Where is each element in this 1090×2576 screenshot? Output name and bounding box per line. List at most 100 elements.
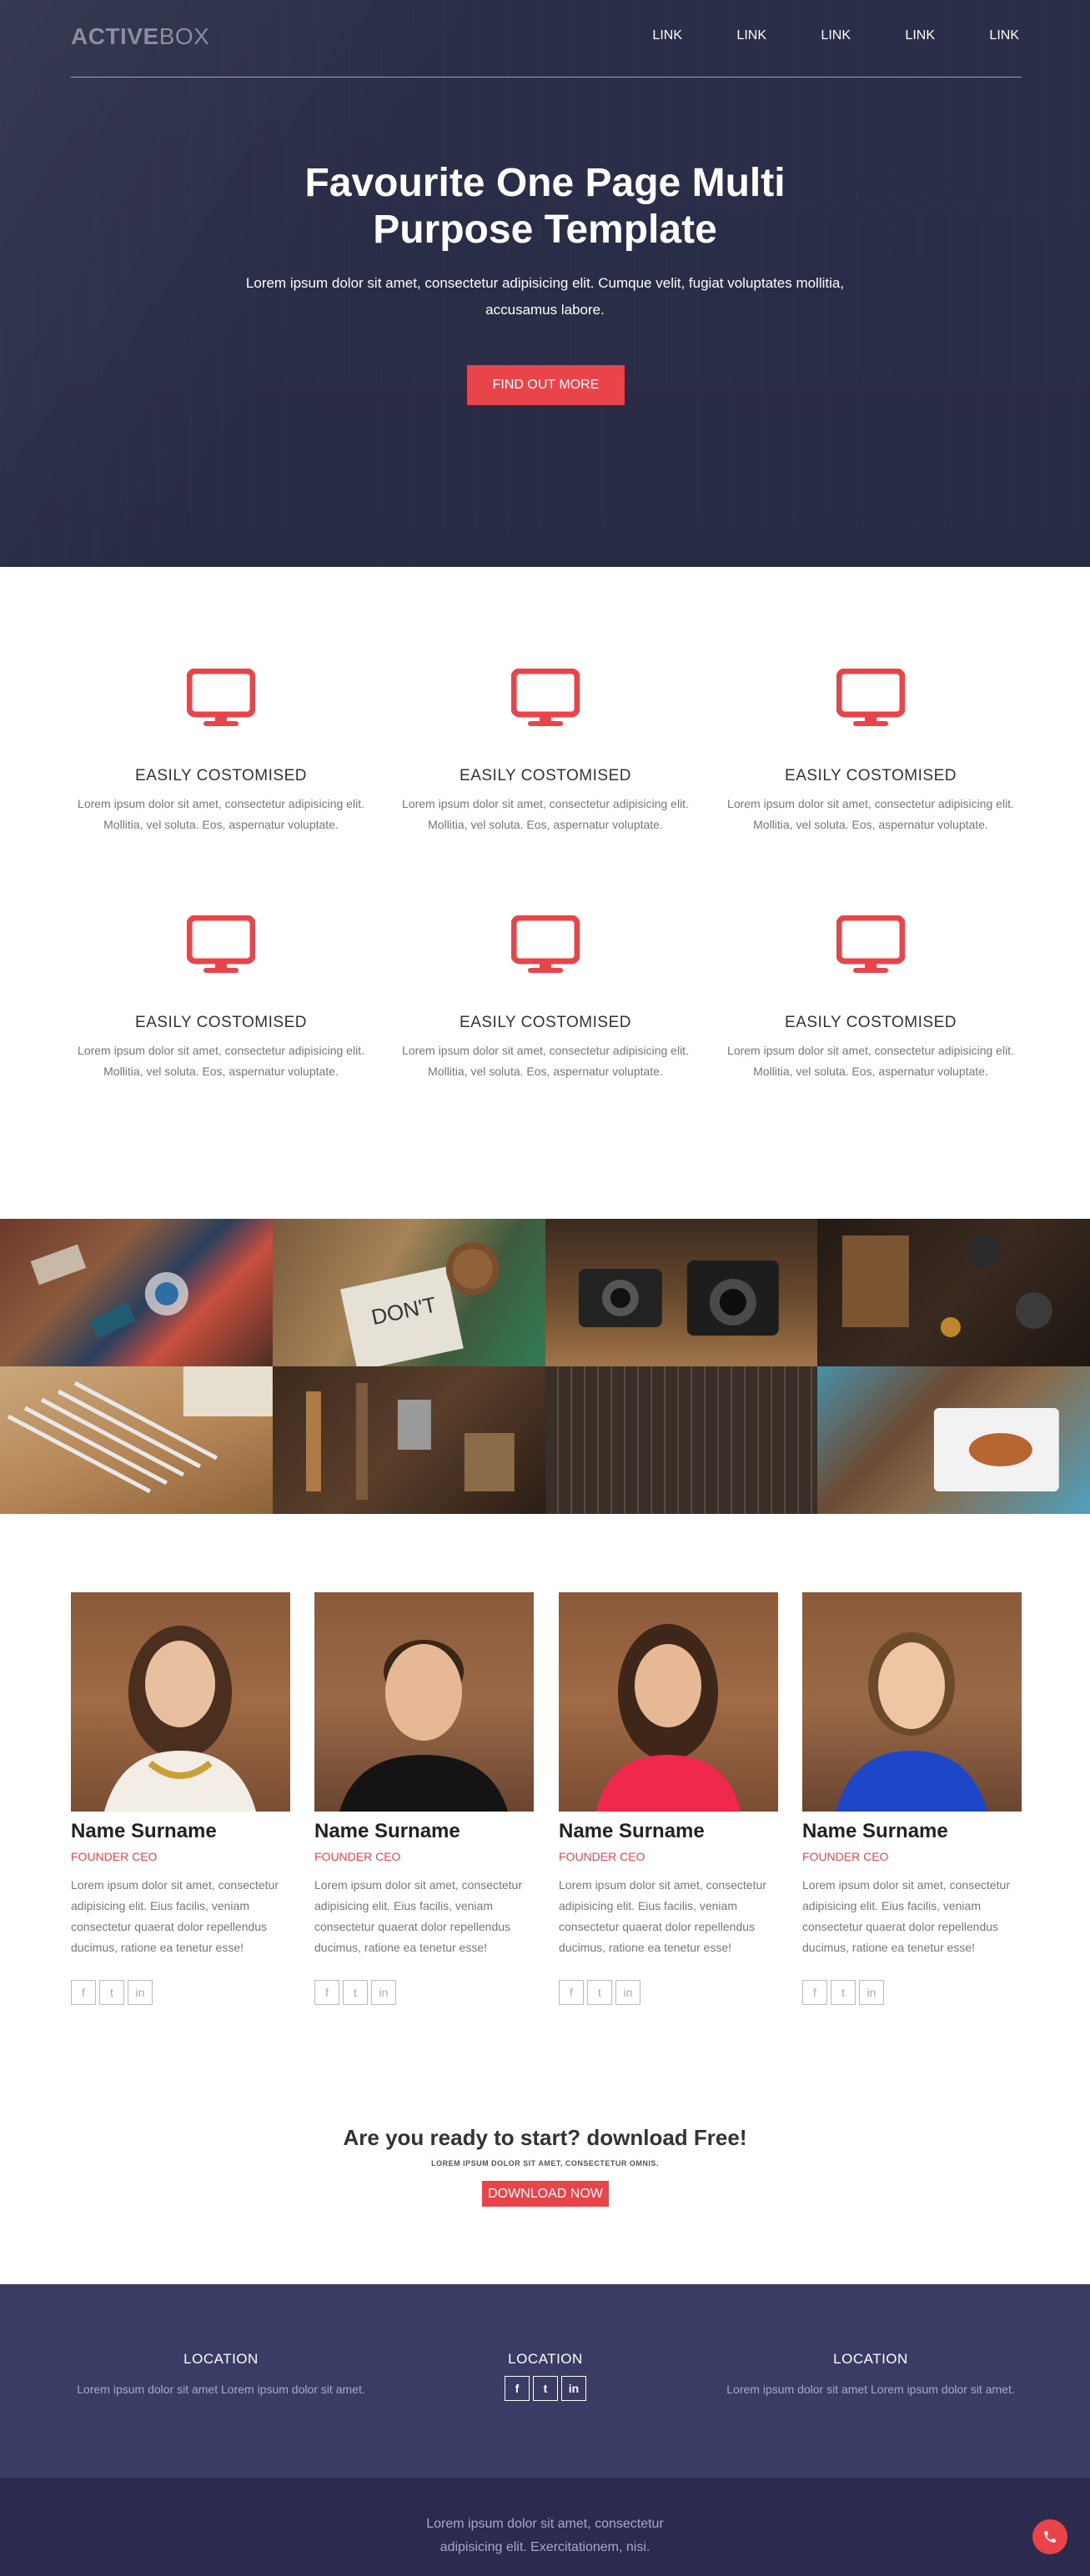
monitor-icon	[187, 915, 255, 973]
member-role: FOUNDER CEO	[559, 1850, 645, 1863]
monitor-icon	[511, 669, 580, 726]
facebook-icon[interactable]: f	[559, 1980, 584, 2005]
member-name: Name Surname	[559, 1820, 705, 1842]
member-name: Name Surname	[314, 1820, 460, 1842]
feature-card: EASILY COSTOMISED Lorem ipsum dolor sit …	[67, 915, 375, 1082]
team-member-card: Name Surname FOUNDER CEO Lorem ipsum dol…	[314, 1592, 534, 2005]
cta-subtitle: LOREM IPSUM DOLOR SIT AMET, CONSECTETUR …	[431, 2159, 659, 2168]
gallery-image[interactable]: DON'T	[272, 1219, 545, 1366]
footer-column-title: LOCATION	[508, 2351, 583, 2367]
member-bio: Lorem ipsum dolor sit amet, consectetur …	[559, 1878, 766, 1954]
twitter-icon[interactable]: t	[99, 1980, 124, 2005]
footer-column-location-1: LOCATION Lorem ipsum dolor sit amet Lore…	[63, 2351, 379, 2396]
footer-column-location-3: LOCATION Lorem ipsum dolor sit amet Lore…	[712, 2351, 1029, 2396]
twitter-icon[interactable]: t	[587, 1980, 612, 2005]
hero-subtitle: Lorem ipsum dolor sit amet, consectetur …	[245, 275, 845, 318]
footer-column-location-2: LOCATION f t in	[387, 2351, 704, 2401]
monitor-icon	[511, 915, 580, 973]
facebook-icon[interactable]: f	[802, 1980, 827, 2005]
cta-title: Are you ready to start? download Free!	[343, 2125, 747, 2150]
twitter-icon[interactable]: t	[831, 1980, 856, 2005]
phone-call-button[interactable]	[1032, 2519, 1067, 2554]
member-social-links: f t in	[71, 1980, 290, 2005]
footer-column-text: Lorem ipsum dolor sit amet Lorem ipsum d…	[726, 2383, 1015, 2396]
facebook-icon[interactable]: f	[71, 1980, 96, 2005]
nav-link-2[interactable]: LINK	[682, 28, 766, 43]
gallery-image[interactable]	[817, 1219, 1090, 1366]
portfolio-gallery: DON'T	[0, 1219, 1090, 1514]
linkedin-icon[interactable]: in	[371, 1980, 396, 2005]
linkedin-icon[interactable]: in	[561, 2376, 586, 2401]
hero-title: Favourite One Page Multi Purpose Templat…	[0, 160, 1090, 253]
gallery-image[interactable]	[545, 1366, 818, 1514]
gallery-image[interactable]	[817, 1366, 1090, 1514]
feature-title: EASILY COSTOMISED	[460, 767, 631, 784]
twitter-icon[interactable]: t	[533, 2376, 558, 2401]
feature-title: EASILY COSTOMISED	[785, 767, 957, 784]
logo[interactable]: ACTIVEBOX	[71, 23, 209, 50]
member-social-links: f t in	[559, 1980, 778, 2005]
team-member-card: Name Surname FOUNDER CEO Lorem ipsum dol…	[802, 1592, 1022, 2005]
member-bio: Lorem ipsum dolor sit amet, consectetur …	[314, 1878, 522, 1954]
hero-title-line-1: Favourite One Page Multi	[304, 161, 786, 205]
main-nav: LINK LINK LINK LINK LINK	[598, 28, 1019, 43]
linkedin-icon[interactable]: in	[128, 1980, 153, 2005]
hero-title-line-2: Purpose Template	[373, 208, 717, 252]
linkedin-icon[interactable]: in	[615, 1980, 640, 2005]
phone-icon	[1044, 2531, 1056, 2543]
member-social-links: f t in	[802, 1980, 1022, 2005]
gallery-image[interactable]	[272, 1366, 545, 1514]
feature-text: Lorem ipsum dolor sit amet, consectetur …	[402, 797, 689, 831]
feature-text: Lorem ipsum dolor sit amet, consectetur …	[78, 1044, 364, 1078]
member-name: Name Surname	[71, 1820, 217, 1842]
footer-column-text: Lorem ipsum dolor sit amet Lorem ipsum d…	[77, 2383, 365, 2396]
team-member-card: Name Surname FOUNDER CEO Lorem ipsum dol…	[71, 1592, 290, 2005]
monitor-icon	[836, 915, 905, 973]
nav-link-3[interactable]: LINK	[766, 28, 851, 43]
gallery-image[interactable]	[0, 1219, 273, 1366]
feature-card: EASILY COSTOMISED Lorem ipsum dolor sit …	[391, 669, 700, 835]
member-role: FOUNDER CEO	[314, 1850, 401, 1863]
feature-card: EASILY COSTOMISED Lorem ipsum dolor sit …	[67, 669, 375, 835]
feature-title: EASILY COSTOMISED	[460, 1014, 631, 1031]
team-member-photo	[71, 1592, 290, 1812]
feature-text: Lorem ipsum dolor sit amet, consectetur …	[402, 1044, 689, 1078]
feature-card: EASILY COSTOMISED Lorem ipsum dolor sit …	[391, 915, 700, 1082]
nav-link-4[interactable]: LINK	[851, 28, 935, 43]
header-divider	[71, 77, 1022, 78]
feature-title: EASILY COSTOMISED	[135, 767, 307, 784]
footer-bottom: Lorem ipsum dolor sit amet, consectetur a…	[0, 2478, 1090, 2576]
team-member-photo	[802, 1592, 1022, 1812]
linkedin-icon[interactable]: in	[859, 1980, 884, 2005]
feature-title: EASILY COSTOMISED	[135, 1014, 307, 1031]
feature-text: Lorem ipsum dolor sit amet, consectetur …	[78, 797, 364, 831]
team-member-card: Name Surname FOUNDER CEO Lorem ipsum dol…	[559, 1592, 778, 2005]
feature-title: EASILY COSTOMISED	[785, 1014, 957, 1031]
member-role: FOUNDER CEO	[71, 1850, 158, 1863]
logo-light-text: BOX	[158, 23, 210, 49]
member-bio: Lorem ipsum dolor sit amet, consectetur …	[71, 1878, 279, 1954]
feature-card: EASILY COSTOMISED Lorem ipsum dolor sit …	[716, 915, 1025, 1082]
feature-text: Lorem ipsum dolor sit amet, consectetur …	[727, 1044, 1014, 1078]
nav-link-5[interactable]: LINK	[935, 28, 1019, 43]
member-bio: Lorem ipsum dolor sit amet, consectetur …	[802, 1878, 1010, 1954]
footer-column-title: LOCATION	[183, 2351, 259, 2367]
twitter-icon[interactable]: t	[343, 1980, 368, 2005]
feature-text: Lorem ipsum dolor sit amet, consectetur …	[727, 797, 1014, 831]
team-member-photo	[559, 1592, 778, 1812]
member-social-links: f t in	[314, 1980, 534, 2005]
monitor-icon	[187, 669, 255, 726]
gallery-image[interactable]	[0, 1366, 273, 1514]
facebook-icon[interactable]: f	[505, 2376, 530, 2401]
download-now-button[interactable]: DOWNLOAD NOW	[482, 2181, 609, 2207]
facebook-icon[interactable]: f	[314, 1980, 339, 2005]
logo-bold-text: ACTIVE	[71, 23, 159, 49]
member-name: Name Surname	[802, 1820, 948, 1842]
feature-card: EASILY COSTOMISED Lorem ipsum dolor sit …	[716, 669, 1025, 835]
gallery-image[interactable]	[545, 1219, 818, 1366]
footer-social-links: f t in	[387, 2376, 704, 2401]
find-out-more-button[interactable]: FIND OUT MORE	[467, 365, 625, 405]
member-role: FOUNDER CEO	[802, 1850, 889, 1863]
nav-link-1[interactable]: LINK	[598, 28, 682, 43]
team-member-photo	[314, 1592, 534, 1812]
